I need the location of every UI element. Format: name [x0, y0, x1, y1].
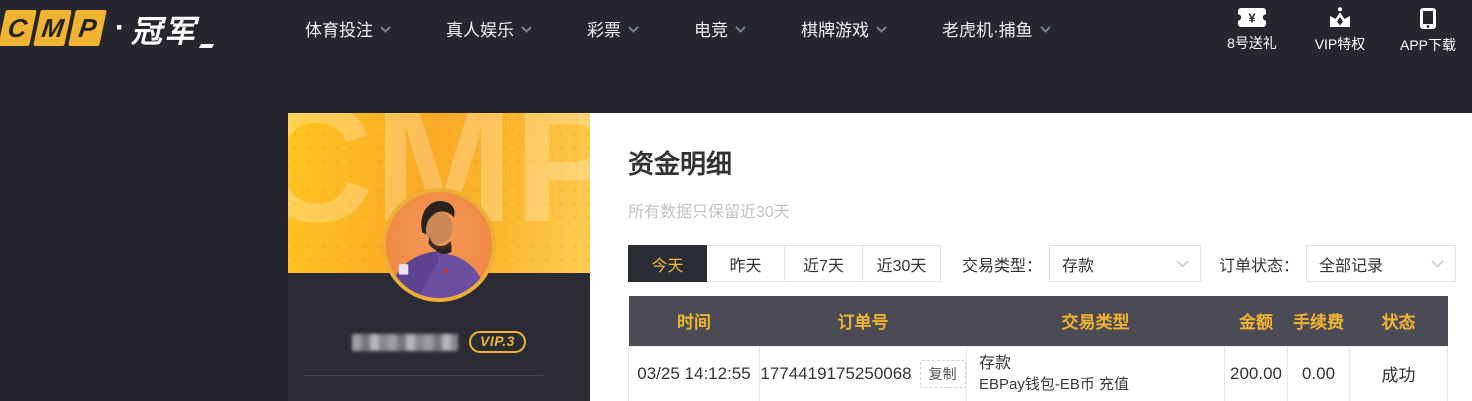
nav-item-label: 体育投注: [305, 20, 373, 40]
col-header-fee: 手续费: [1287, 296, 1350, 346]
footballer-avatar-image: [386, 192, 492, 298]
tab-last-7-days[interactable]: 近7天: [784, 245, 863, 282]
col-header-status: 状态: [1349, 296, 1448, 346]
vip-link[interactable]: VIP特权: [1308, 1, 1372, 54]
user-info-row: VIP.3: [288, 331, 590, 353]
logo-letter-block: P: [68, 10, 107, 46]
cell-time: 03/25 14:12:55: [628, 345, 760, 401]
cell-transaction-type: 存款 EBPay钱包-EB币 充值: [966, 345, 1225, 401]
chevron-down-icon: [1039, 25, 1051, 33]
gift-link[interactable]: ¥ 8号送礼: [1220, 1, 1284, 53]
chevron-down-icon: [1431, 259, 1444, 268]
avatar: [382, 188, 496, 302]
cell-fee: 0.00: [1287, 345, 1350, 401]
sidebar-divider: [304, 375, 543, 376]
phone-icon: [1420, 8, 1436, 29]
nav-item-lottery[interactable]: 彩票: [587, 16, 639, 41]
quick-links: ¥ 8号送礼 VIP特权 APP下载: [1220, 1, 1460, 55]
vip-level-badge: VIP.3: [469, 331, 526, 353]
table-header-row: 时间 订单号 交易类型 金额 手续费 状态: [628, 296, 1448, 346]
tab-today[interactable]: 今天: [628, 245, 707, 282]
profile-sidebar: CMP VIP.3: [288, 113, 590, 401]
cell-amount: 200.00: [1224, 345, 1288, 401]
funds-panel: 资金明细 所有数据只保留近30天 今天 昨天 近7天 近30天 交易类型： 存款…: [590, 113, 1472, 401]
chevron-down-icon: [380, 25, 391, 33]
tab-yesterday[interactable]: 昨天: [706, 245, 785, 282]
quick-link-label: VIP特权: [1314, 36, 1366, 52]
logo-letter-block: M: [33, 10, 72, 46]
quick-link-label: 8号送礼: [1227, 35, 1277, 51]
col-header-order-no: 订单号: [759, 296, 967, 346]
svg-text:¥: ¥: [1248, 11, 1256, 26]
date-range-tabs: 今天 昨天 近7天 近30天: [628, 245, 941, 282]
col-header-time: 时间: [628, 296, 760, 346]
filter-row: 今天 昨天 近7天 近30天 交易类型： 存款 订单状态： 全部记录: [628, 245, 1472, 282]
table-row: 03/25 14:12:55 1774419175250068 复制 存款 EBP…: [628, 345, 1448, 401]
transaction-type-select[interactable]: 存款: [1049, 245, 1202, 282]
order-status-select[interactable]: 全部记录: [1306, 245, 1457, 282]
chevron-down-icon: [521, 25, 532, 33]
nav-item-label: 老虎机·捕鱼: [942, 20, 1033, 40]
quick-link-label: APP下载: [1399, 37, 1456, 53]
col-header-amount: 金额: [1224, 296, 1288, 346]
nav-item-label: 电竞: [694, 20, 728, 40]
transaction-type-value: 存款: [1062, 257, 1095, 275]
nav-item-label: 真人娱乐: [446, 20, 514, 40]
nav-item-live-casino[interactable]: 真人娱乐: [446, 16, 532, 41]
crown-icon: [1330, 7, 1350, 27]
chevron-down-icon: [876, 25, 887, 33]
order-status-value: 全部记录: [1319, 257, 1384, 275]
main-menu: 体育投注 真人娱乐 彩票 电竞 棋牌游戏 老虎机·捕鱼: [305, 16, 1051, 41]
transaction-type-line2: EBPay钱包-EB币 充值: [979, 375, 1130, 393]
copy-button[interactable]: 复制: [919, 359, 966, 388]
cell-order-no: 1774419175250068 复制: [759, 345, 967, 401]
nav-item-esports[interactable]: 电竞: [694, 16, 746, 41]
order-number: 1774419175250068: [760, 363, 912, 383]
funds-table: 时间 订单号 交易类型 金额 手续费 状态 03/25 14:12:55 177…: [628, 296, 1448, 401]
nav-item-slots-fishing[interactable]: 老虎机·捕鱼: [942, 16, 1051, 41]
tab-last-30-days[interactable]: 近30天: [862, 245, 941, 282]
col-header-type: 交易类型: [966, 296, 1225, 346]
chevron-down-icon: [1176, 259, 1189, 268]
chevron-down-icon: [735, 25, 746, 33]
gift-voucher-icon: ¥: [1237, 8, 1267, 27]
transaction-type-label: 交易类型：: [962, 257, 1043, 275]
top-navigation-bar: C M P · 冠军 体育投注 真人娱乐 彩票 电竞 棋牌游戏 老虎机·捕鱼 ¥…: [0, 0, 1472, 56]
logo-brand-text: 冠军: [131, 6, 213, 51]
order-status-label: 订单状态：: [1219, 257, 1300, 275]
blurred-username: [352, 333, 459, 351]
nav-item-label: 彩票: [587, 20, 621, 40]
nav-item-board-games[interactable]: 棋牌游戏: [801, 16, 887, 41]
nav-item-sports[interactable]: 体育投注: [305, 16, 391, 41]
app-download-link[interactable]: APP下载: [1396, 1, 1460, 55]
logo-dot: ·: [115, 11, 125, 44]
chevron-down-icon: [628, 25, 639, 33]
transaction-type-line1: 存款: [979, 354, 1012, 372]
site-logo[interactable]: C M P · 冠军: [0, 6, 213, 51]
page-title: 资金明细: [628, 149, 733, 179]
status-badge: 成功: [1349, 345, 1448, 401]
nav-item-label: 棋牌游戏: [801, 20, 869, 40]
logo-letter-block: C: [0, 10, 37, 46]
page-subtitle: 所有数据只保留近30天: [628, 204, 790, 221]
